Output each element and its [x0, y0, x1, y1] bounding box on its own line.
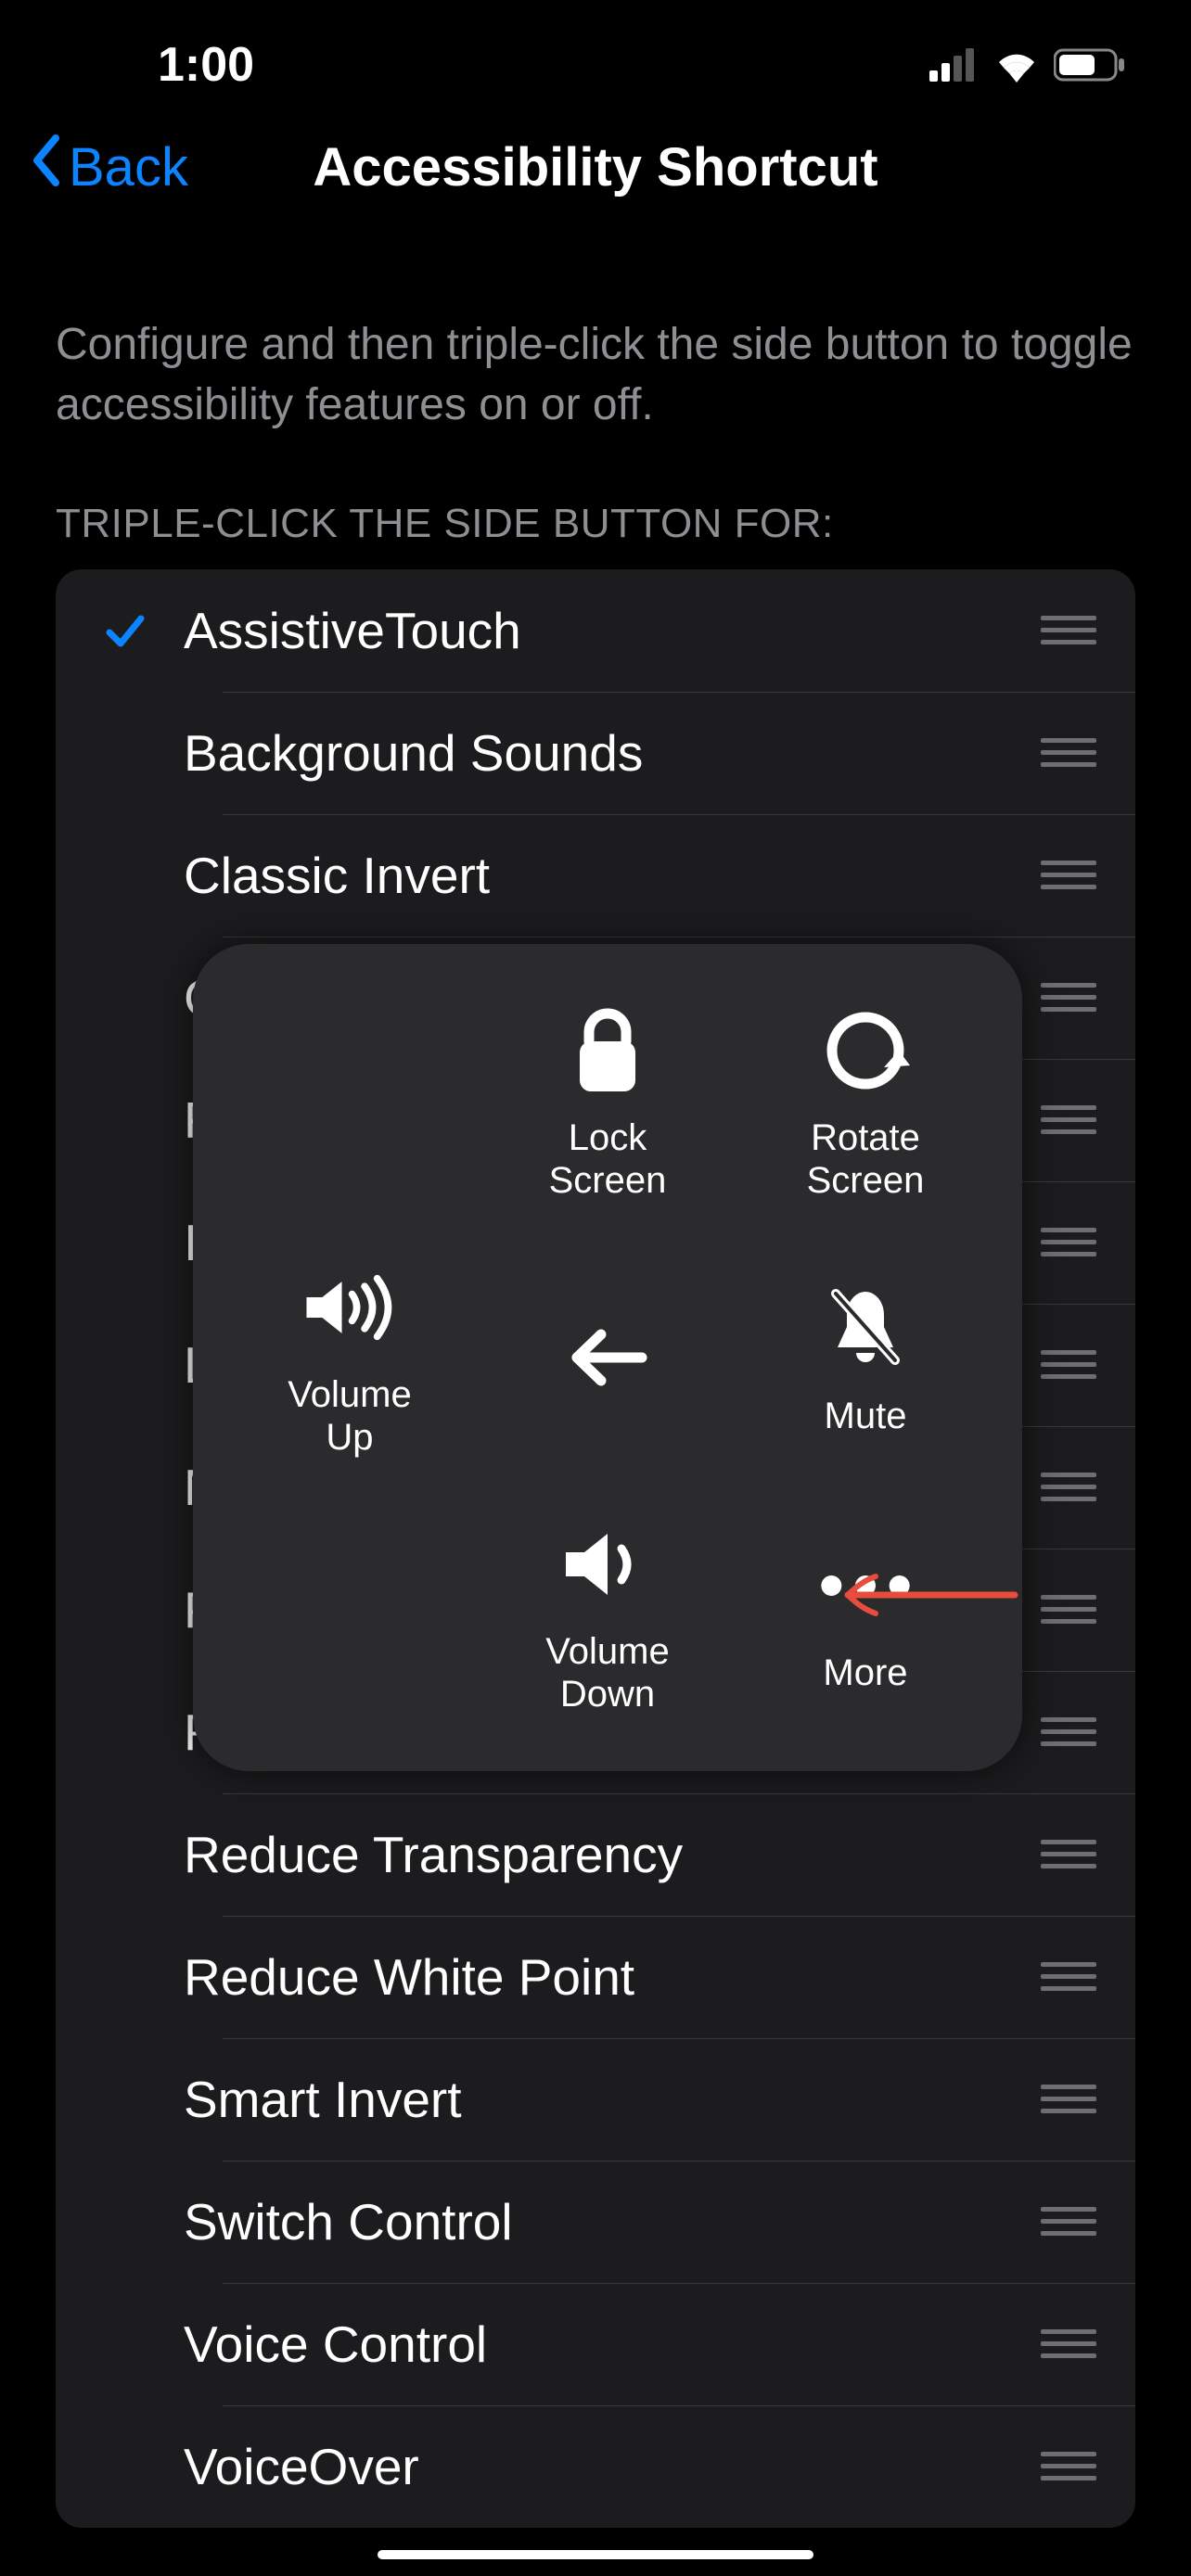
shortcut-row[interactable]: Switch Control [56, 2161, 1135, 2283]
shortcut-row[interactable]: VoiceOver [56, 2405, 1135, 2528]
at-lock-screen[interactable]: Lock Screen [479, 972, 736, 1229]
reorder-handle[interactable] [1039, 983, 1098, 1012]
at-lock-screen-label: Lock Screen [549, 1116, 667, 1202]
at-mute[interactable]: Mute [736, 1229, 994, 1486]
home-indicator[interactable] [378, 2550, 813, 2559]
reorder-handle[interactable] [1039, 1840, 1098, 1868]
at-rotate-screen-label: Rotate Screen [807, 1116, 925, 1202]
volume-down-icon [557, 1513, 659, 1615]
reorder-handle[interactable] [1039, 2452, 1098, 2480]
shortcut-row[interactable]: Background Sounds [56, 692, 1135, 814]
wifi-icon [992, 47, 1041, 83]
at-volume-up-label: Volume Up [288, 1373, 411, 1459]
reorder-handle[interactable] [1039, 2329, 1098, 2358]
assistivetouch-menu: Lock Screen Rotate Screen Volume Up [193, 944, 1022, 1771]
back-label: Back [69, 136, 188, 198]
reorder-handle[interactable] [1039, 861, 1098, 889]
shortcut-row[interactable]: Reduce White Point [56, 1916, 1135, 2038]
row-label: Reduce White Point [184, 1947, 1039, 2007]
status-bar: 1:00 [0, 0, 1191, 111]
status-time: 1:00 [158, 37, 254, 93]
at-volume-down[interactable]: Volume Down [479, 1486, 736, 1743]
row-label: Reduce Transparency [184, 1825, 1039, 1884]
reorder-handle[interactable] [1039, 1595, 1098, 1624]
at-volume-down-label: Volume Down [545, 1630, 669, 1715]
mute-icon [814, 1278, 916, 1380]
shortcut-row[interactable]: Reduce Transparency [56, 1793, 1135, 1916]
reorder-handle[interactable] [1039, 1350, 1098, 1379]
row-label: AssistiveTouch [184, 601, 1039, 660]
shortcut-row[interactable]: Smart Invert [56, 2038, 1135, 2161]
reorder-handle[interactable] [1039, 2085, 1098, 2113]
row-label: Background Sounds [184, 723, 1039, 783]
reorder-handle[interactable] [1039, 616, 1098, 644]
reorder-handle[interactable] [1039, 1717, 1098, 1746]
row-label: VoiceOver [184, 2437, 1039, 2496]
reorder-handle[interactable] [1039, 1105, 1098, 1134]
reorder-handle[interactable] [1039, 2207, 1098, 2236]
at-more[interactable]: More [736, 1486, 994, 1743]
section-header: TRIPLE-CLICK THE SIDE BUTTON FOR: [56, 501, 1135, 547]
reorder-handle[interactable] [1039, 1473, 1098, 1501]
reorder-handle[interactable] [1039, 738, 1098, 767]
chevron-left-icon [28, 133, 63, 201]
more-icon [814, 1535, 916, 1637]
description-text: Configure and then triple-click the side… [56, 315, 1135, 436]
shortcut-row[interactable]: AssistiveTouch [56, 569, 1135, 692]
row-label: Smart Invert [184, 2070, 1039, 2129]
at-more-label: More [823, 1651, 907, 1694]
check-slot [83, 607, 167, 654]
at-blank-2 [221, 1486, 479, 1743]
back-button[interactable]: Back [28, 133, 188, 201]
arrow-left-icon [557, 1307, 659, 1409]
at-mute-label: Mute [825, 1395, 907, 1437]
row-label: Switch Control [184, 2192, 1039, 2251]
volume-up-icon [299, 1256, 401, 1358]
at-rotate-screen[interactable]: Rotate Screen [736, 972, 994, 1229]
battery-icon [1054, 47, 1126, 83]
rotate-icon [814, 1000, 916, 1102]
lock-icon [557, 1000, 659, 1102]
shortcut-row[interactable]: Voice Control [56, 2283, 1135, 2405]
reorder-handle[interactable] [1039, 1228, 1098, 1256]
cellular-icon [929, 48, 980, 82]
reorder-handle[interactable] [1039, 1962, 1098, 1991]
status-icons [929, 47, 1126, 83]
shortcut-row[interactable]: Classic Invert [56, 814, 1135, 937]
row-label: Classic Invert [184, 846, 1039, 905]
row-label: Voice Control [184, 2315, 1039, 2374]
at-back[interactable] [479, 1229, 736, 1486]
nav-bar: Back Accessibility Shortcut [0, 111, 1191, 223]
at-blank [221, 972, 479, 1229]
at-volume-up[interactable]: Volume Up [221, 1229, 479, 1486]
checkmark-icon [102, 607, 148, 654]
